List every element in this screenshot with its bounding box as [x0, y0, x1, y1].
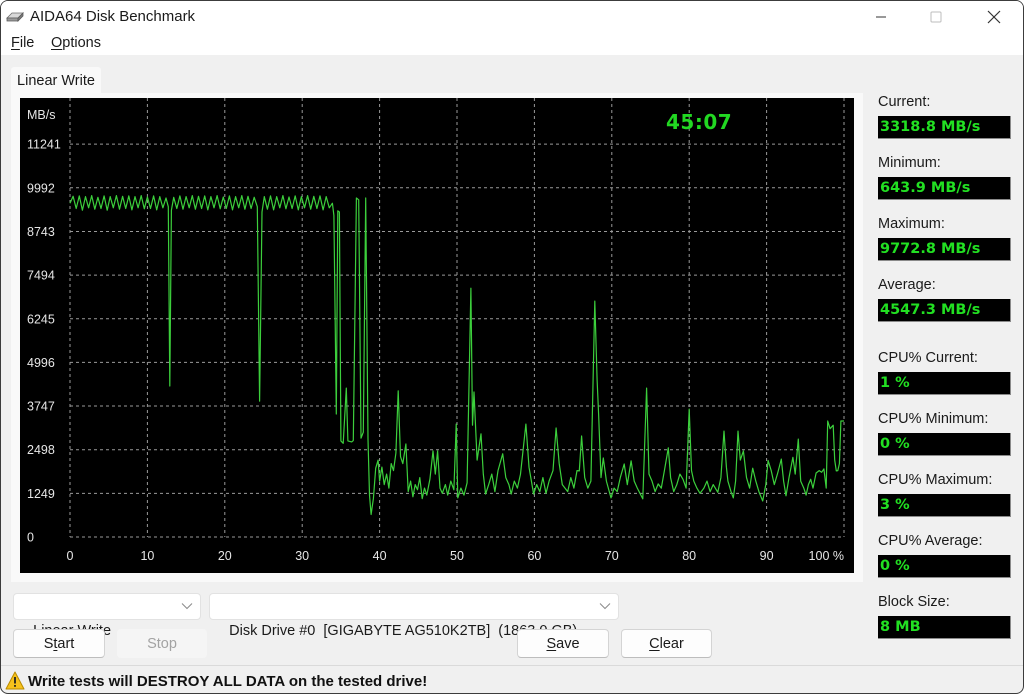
- menu-options-mnemonic: O: [51, 35, 63, 51]
- minimize-icon: [876, 16, 886, 18]
- y-tick-label: 8743: [27, 225, 55, 239]
- x-tick-label: 50: [450, 549, 464, 563]
- stat-cpu-average: CPU% Average: 0 %: [878, 533, 1018, 594]
- y-tick-label: 4996: [27, 356, 55, 370]
- stat-average: Average: 4547.3 MB/s: [878, 277, 1018, 338]
- warning-message: Write tests will DESTROY ALL DATA on the…: [28, 673, 428, 690]
- clear-mnemonic: C: [649, 635, 660, 652]
- stat-cpu-current: CPU% Current: 1 %: [878, 350, 1018, 411]
- benchmark-chart: 0 1249 2498 3747 4996 6245 7494 8743 9992 11241 0 1…: [20, 98, 854, 573]
- x-tick-label: 20: [218, 549, 232, 563]
- stop-label: Stop: [147, 635, 177, 652]
- stat-label: CPU% Current:: [878, 350, 978, 366]
- disk-drive-icon: [6, 12, 24, 22]
- start-button[interactable]: St art: [13, 629, 105, 658]
- x-tick-label: 10: [140, 549, 154, 563]
- stat-cpu-minimum: CPU% Minimum: 0 %: [878, 411, 1018, 472]
- clear-button[interactable]: Clear: [621, 629, 712, 658]
- x-tick-label: 40: [373, 549, 387, 563]
- close-button[interactable]: [967, 1, 1021, 33]
- x-tick-label: 90: [760, 549, 774, 563]
- maximize-button[interactable]: [909, 1, 963, 33]
- x-tick-label: 0: [67, 549, 74, 563]
- drive-select[interactable]: Disk Drive #0 [GIGABYTE AG510K2TB] (1863…: [209, 593, 619, 639]
- y-tick-label: 2498: [27, 443, 55, 457]
- y-tick-label: 9992: [27, 181, 55, 195]
- y-tick-label: 1249: [27, 487, 55, 501]
- stat-value: 643.9 MB/s: [878, 177, 1011, 200]
- chart-plot: 0 1249 2498 3747 4996 6245 7494 8743 9992 11241 0 1…: [27, 98, 845, 563]
- title-bar: AIDA64 Disk Benchmark: [1, 1, 1023, 33]
- menu-bar: File Options: [1, 33, 1023, 55]
- x-tick-label: 60: [527, 549, 541, 563]
- app-window: AIDA64 Disk Benchmark File Options Linea…: [0, 0, 1024, 694]
- elapsed-timer: 45:07: [666, 110, 733, 134]
- start-label-pre: S: [43, 635, 54, 652]
- y-tick-label: 11241: [27, 138, 61, 152]
- stat-value: 3 %: [878, 494, 1011, 517]
- start-label-post: art: [57, 635, 75, 652]
- y-axis-label: MB/s: [27, 108, 55, 122]
- clear-label-post: lear: [659, 635, 684, 652]
- test-type-select[interactable]: Linear Write: [13, 593, 201, 639]
- stat-value: 4547.3 MB/s: [878, 299, 1011, 322]
- chevron-down-icon: [599, 603, 611, 610]
- tab-label: Linear Write: [17, 72, 95, 89]
- stat-value: 8 MB: [878, 616, 1011, 639]
- save-mnemonic: S: [546, 635, 557, 652]
- window-title: AIDA64 Disk Benchmark: [30, 8, 196, 25]
- x-tick-label: 30: [295, 549, 309, 563]
- stat-label: Average:: [878, 277, 936, 293]
- menu-options[interactable]: Options: [51, 35, 101, 51]
- stats-panel: Current: 3318.8 MB/s Minimum: 643.9 MB/s…: [878, 94, 1018, 655]
- save-label-post: ave: [556, 635, 580, 652]
- y-tick-label: 6245: [27, 312, 55, 326]
- stat-value: 0 %: [878, 433, 1011, 456]
- stat-current: Current: 3318.8 MB/s: [878, 94, 1018, 155]
- menu-options-label-post: ptions: [62, 35, 101, 51]
- stat-value: 3318.8 MB/s: [878, 116, 1011, 139]
- minimize-button[interactable]: [854, 1, 908, 33]
- stat-label: Current:: [878, 94, 931, 110]
- stat-value: 9772.8 MB/s: [878, 238, 1011, 261]
- close-icon: [987, 10, 1001, 24]
- x-tick-label: 100 %: [809, 549, 844, 563]
- stat-label: CPU% Average:: [878, 533, 983, 549]
- stop-button[interactable]: Stop: [117, 629, 207, 658]
- y-tick-label: 0: [27, 531, 34, 545]
- chevron-down-icon: [181, 603, 193, 610]
- x-tick-label: 70: [605, 549, 619, 563]
- stat-value: 1 %: [878, 372, 1011, 395]
- stat-label: CPU% Minimum:: [878, 411, 989, 427]
- status-separator: [1, 665, 1023, 666]
- stat-cpu-maximum: CPU% Maximum: 3 %: [878, 472, 1018, 533]
- tab-linear-write[interactable]: Linear Write: [11, 67, 101, 94]
- stat-label: Block Size:: [878, 594, 950, 610]
- save-button[interactable]: Save: [517, 629, 609, 658]
- x-tick-label: 80: [682, 549, 696, 563]
- stat-label: Minimum:: [878, 155, 941, 171]
- y-tick-label: 3747: [27, 400, 55, 414]
- warning-icon: [5, 671, 25, 690]
- maximize-icon: [930, 11, 942, 23]
- stat-maximum: Maximum: 9772.8 MB/s: [878, 216, 1018, 277]
- menu-file-label-post: ile: [19, 35, 35, 51]
- y-tick-label: 7494: [27, 269, 55, 283]
- stat-minimum: Minimum: 643.9 MB/s: [878, 155, 1018, 216]
- stat-value: 0 %: [878, 555, 1011, 578]
- stat-block-size: Block Size: 8 MB: [878, 594, 1018, 655]
- stat-label: CPU% Maximum:: [878, 472, 993, 488]
- menu-file[interactable]: File: [11, 35, 34, 51]
- stat-label: Maximum:: [878, 216, 945, 232]
- menu-file-mnemonic: F: [11, 35, 20, 51]
